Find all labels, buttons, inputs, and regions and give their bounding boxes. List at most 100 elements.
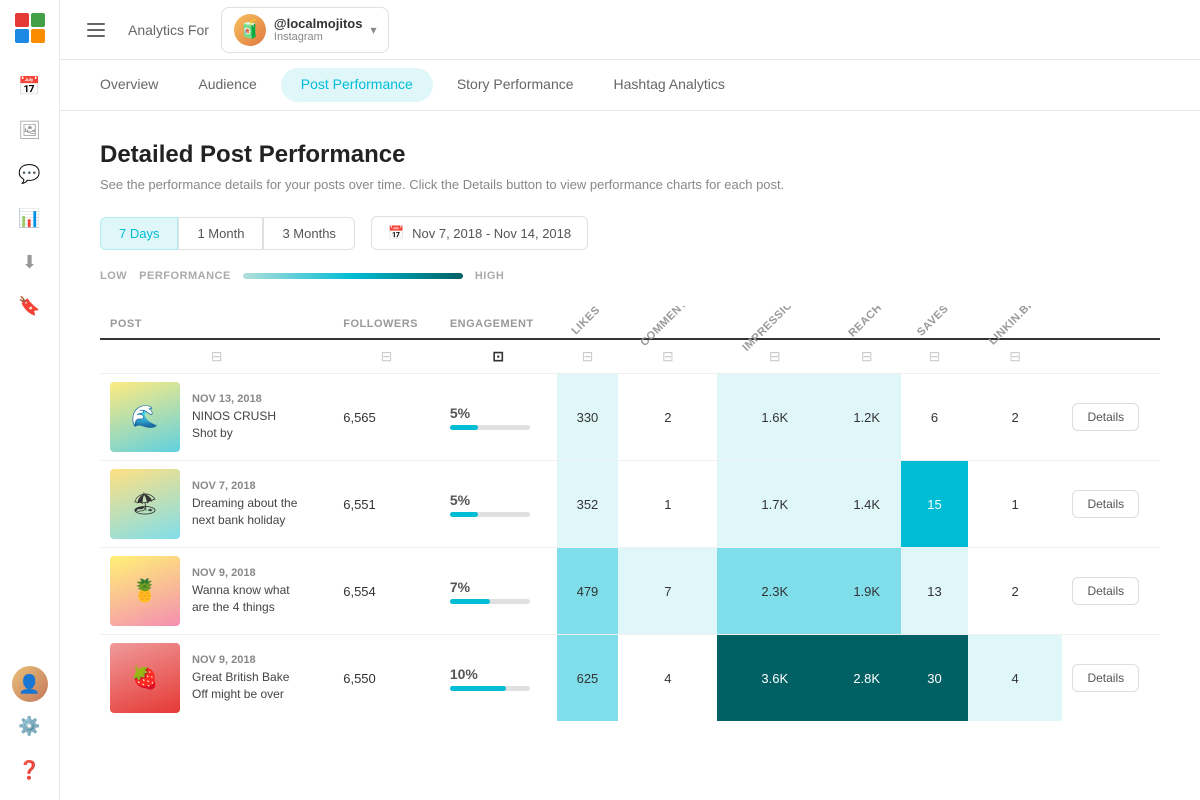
filter-bar: 7 Days 1 Month 3 Months 📅 Nov 7, 2018 - … bbox=[100, 216, 1160, 250]
thumb-emoji-1: 🏖 bbox=[110, 469, 180, 539]
impressions-cell-3: 3.6K bbox=[717, 635, 832, 722]
page-subtitle: See the performance details for your pos… bbox=[100, 177, 1160, 192]
calendar-icon: 📅 bbox=[18, 76, 40, 97]
engagement-pct-1: 5% bbox=[450, 492, 547, 508]
help-icon: ❓ bbox=[18, 760, 40, 781]
performance-gradient-bar bbox=[243, 273, 463, 279]
post-date-2: NOV 9, 2018 bbox=[192, 567, 290, 579]
page-title: Detailed Post Performance bbox=[100, 141, 1160, 169]
tab-hashtag-analytics[interactable]: Hashtag Analytics bbox=[594, 60, 745, 110]
image-icon: 🖼 bbox=[18, 120, 41, 141]
post-date-3: NOV 9, 2018 bbox=[192, 654, 289, 666]
sidebar-item-messages[interactable]: 💬 bbox=[10, 154, 50, 194]
main-content: Analytics For 🧃 @localmojitos Instagram … bbox=[60, 0, 1200, 800]
likes-cell-2: 479 bbox=[557, 548, 619, 635]
table-row: 🏖 NOV 7, 2018 Dreaming about thenext ban… bbox=[100, 461, 1160, 548]
details-button-1[interactable]: Details bbox=[1072, 490, 1139, 518]
date-range-picker[interactable]: 📅 Nov 7, 2018 - Nov 14, 2018 bbox=[371, 216, 588, 250]
post-thumbnail-3: 🍓 bbox=[110, 643, 180, 713]
actions-cell-3: Details bbox=[1062, 635, 1160, 722]
period-7days[interactable]: 7 Days bbox=[100, 217, 178, 250]
account-info: @localmojitos Instagram bbox=[274, 16, 363, 43]
chevron-down-icon: ▾ bbox=[370, 23, 376, 37]
post-text-1: Dreaming about thenext bank holiday bbox=[192, 495, 297, 529]
engagement-bar-fill-0 bbox=[450, 425, 478, 430]
details-button-3[interactable]: Details bbox=[1072, 664, 1139, 692]
chat-icon: 💬 bbox=[18, 164, 40, 185]
actions-cell-0: Details bbox=[1062, 374, 1160, 461]
reach-cell-1: 1.4K bbox=[832, 461, 901, 548]
filter-post[interactable]: ⊟ bbox=[100, 339, 333, 374]
posts-table-wrap: POST FOLLOWERS ENGAGEMENT LIKES COMMENTS… bbox=[100, 306, 1160, 721]
linkin-bio-cell-2: 2 bbox=[968, 548, 1063, 635]
sidebar-item-help[interactable]: ❓ bbox=[10, 750, 50, 790]
hamburger-line bbox=[87, 29, 105, 31]
thumb-emoji-2: 🍍 bbox=[110, 556, 180, 626]
hamburger-menu[interactable] bbox=[80, 14, 112, 46]
tab-overview[interactable]: Overview bbox=[80, 60, 178, 110]
user-avatar[interactable]: 👤 bbox=[12, 666, 48, 702]
post-cell-1: 🏖 NOV 7, 2018 Dreaming about thenext ban… bbox=[100, 461, 333, 548]
performance-label: PERFORMANCE bbox=[139, 270, 231, 282]
col-comments: COMMENTS bbox=[618, 306, 717, 339]
followers-cell-3: 6,550 bbox=[333, 635, 440, 722]
date-range-label: Nov 7, 2018 - Nov 14, 2018 bbox=[412, 226, 571, 241]
filter-followers[interactable]: ⊟ bbox=[333, 339, 440, 374]
filter-comments[interactable]: ⊟ bbox=[618, 339, 717, 374]
period-1month[interactable]: 1 Month bbox=[178, 217, 263, 250]
post-thumbnail-0: 🌊 bbox=[110, 382, 180, 452]
sidebar-item-media[interactable]: 🖼 bbox=[10, 110, 50, 150]
account-name: @localmojitos bbox=[274, 16, 363, 31]
actions-cell-1: Details bbox=[1062, 461, 1160, 548]
account-selector[interactable]: 🧃 @localmojitos Instagram ▾ bbox=[221, 7, 390, 53]
engagement-cell-2: 7% bbox=[440, 548, 557, 635]
thumb-emoji-3: 🍓 bbox=[110, 643, 180, 713]
reach-cell-3: 2.8K bbox=[832, 635, 901, 722]
sidebar-item-analytics[interactable]: 📊 bbox=[10, 198, 50, 238]
saves-cell-2: 13 bbox=[901, 548, 967, 635]
navigation-tabs: Overview Audience Post Performance Story… bbox=[60, 60, 1200, 111]
filter-engagement[interactable]: ⊡ bbox=[440, 339, 557, 374]
post-cell-2: 🍍 NOV 9, 2018 Wanna know whatare the 4 t… bbox=[100, 548, 333, 635]
engagement-pct-3: 10% bbox=[450, 666, 547, 682]
details-button-0[interactable]: Details bbox=[1072, 403, 1139, 431]
actions-cell-2: Details bbox=[1062, 548, 1160, 635]
sidebar-item-review[interactable]: 🔖 bbox=[10, 286, 50, 326]
analytics-for-label: Analytics For bbox=[128, 22, 209, 38]
review-icon: 🔖 bbox=[18, 296, 40, 317]
saves-cell-0: 6 bbox=[901, 374, 967, 461]
impressions-cell-0: 1.6K bbox=[717, 374, 832, 461]
post-text-3: Great British BakeOff might be over bbox=[192, 669, 289, 703]
filter-impressions[interactable]: ⊟ bbox=[717, 339, 832, 374]
followers-cell-2: 6,554 bbox=[333, 548, 440, 635]
sidebar-item-calendar[interactable]: 📅 bbox=[10, 66, 50, 106]
saves-cell-1: 15 bbox=[901, 461, 967, 548]
tab-post-performance[interactable]: Post Performance bbox=[281, 68, 433, 102]
col-linkin-bio: LINKIN.BIO bbox=[968, 306, 1063, 339]
engagement-pct-0: 5% bbox=[450, 405, 547, 421]
likes-cell-3: 625 bbox=[557, 635, 619, 722]
details-button-2[interactable]: Details bbox=[1072, 577, 1139, 605]
filter-saves[interactable]: ⊟ bbox=[901, 339, 967, 374]
col-engagement: ENGAGEMENT bbox=[440, 306, 557, 339]
page-content: Detailed Post Performance See the perfor… bbox=[60, 111, 1200, 800]
col-reach: REACH bbox=[832, 306, 901, 339]
tab-audience[interactable]: Audience bbox=[178, 60, 276, 110]
account-platform: Instagram bbox=[274, 31, 363, 43]
linkin-bio-cell-0: 2 bbox=[968, 374, 1063, 461]
sidebar-item-settings[interactable]: ⚙️ bbox=[10, 706, 50, 746]
sidebar-item-download[interactable]: ⬇ bbox=[10, 242, 50, 282]
engagement-cell-3: 10% bbox=[440, 635, 557, 722]
table-row: 🌊 NOV 13, 2018 NINOS CRUSHShot by 6,565 … bbox=[100, 374, 1160, 461]
table-row: 🍓 NOV 9, 2018 Great British BakeOff migh… bbox=[100, 635, 1160, 722]
analytics-icon: 📊 bbox=[18, 208, 40, 229]
period-3months[interactable]: 3 Months bbox=[263, 217, 354, 250]
filter-likes[interactable]: ⊟ bbox=[557, 339, 619, 374]
post-cell-0: 🌊 NOV 13, 2018 NINOS CRUSHShot by bbox=[100, 374, 333, 461]
followers-cell-1: 6,551 bbox=[333, 461, 440, 548]
engagement-bar-fill-2 bbox=[450, 599, 490, 604]
filter-reach[interactable]: ⊟ bbox=[832, 339, 901, 374]
col-likes: LIKES bbox=[557, 306, 619, 339]
filter-linkin-bio[interactable]: ⊟ bbox=[968, 339, 1063, 374]
tab-story-performance[interactable]: Story Performance bbox=[437, 60, 594, 110]
